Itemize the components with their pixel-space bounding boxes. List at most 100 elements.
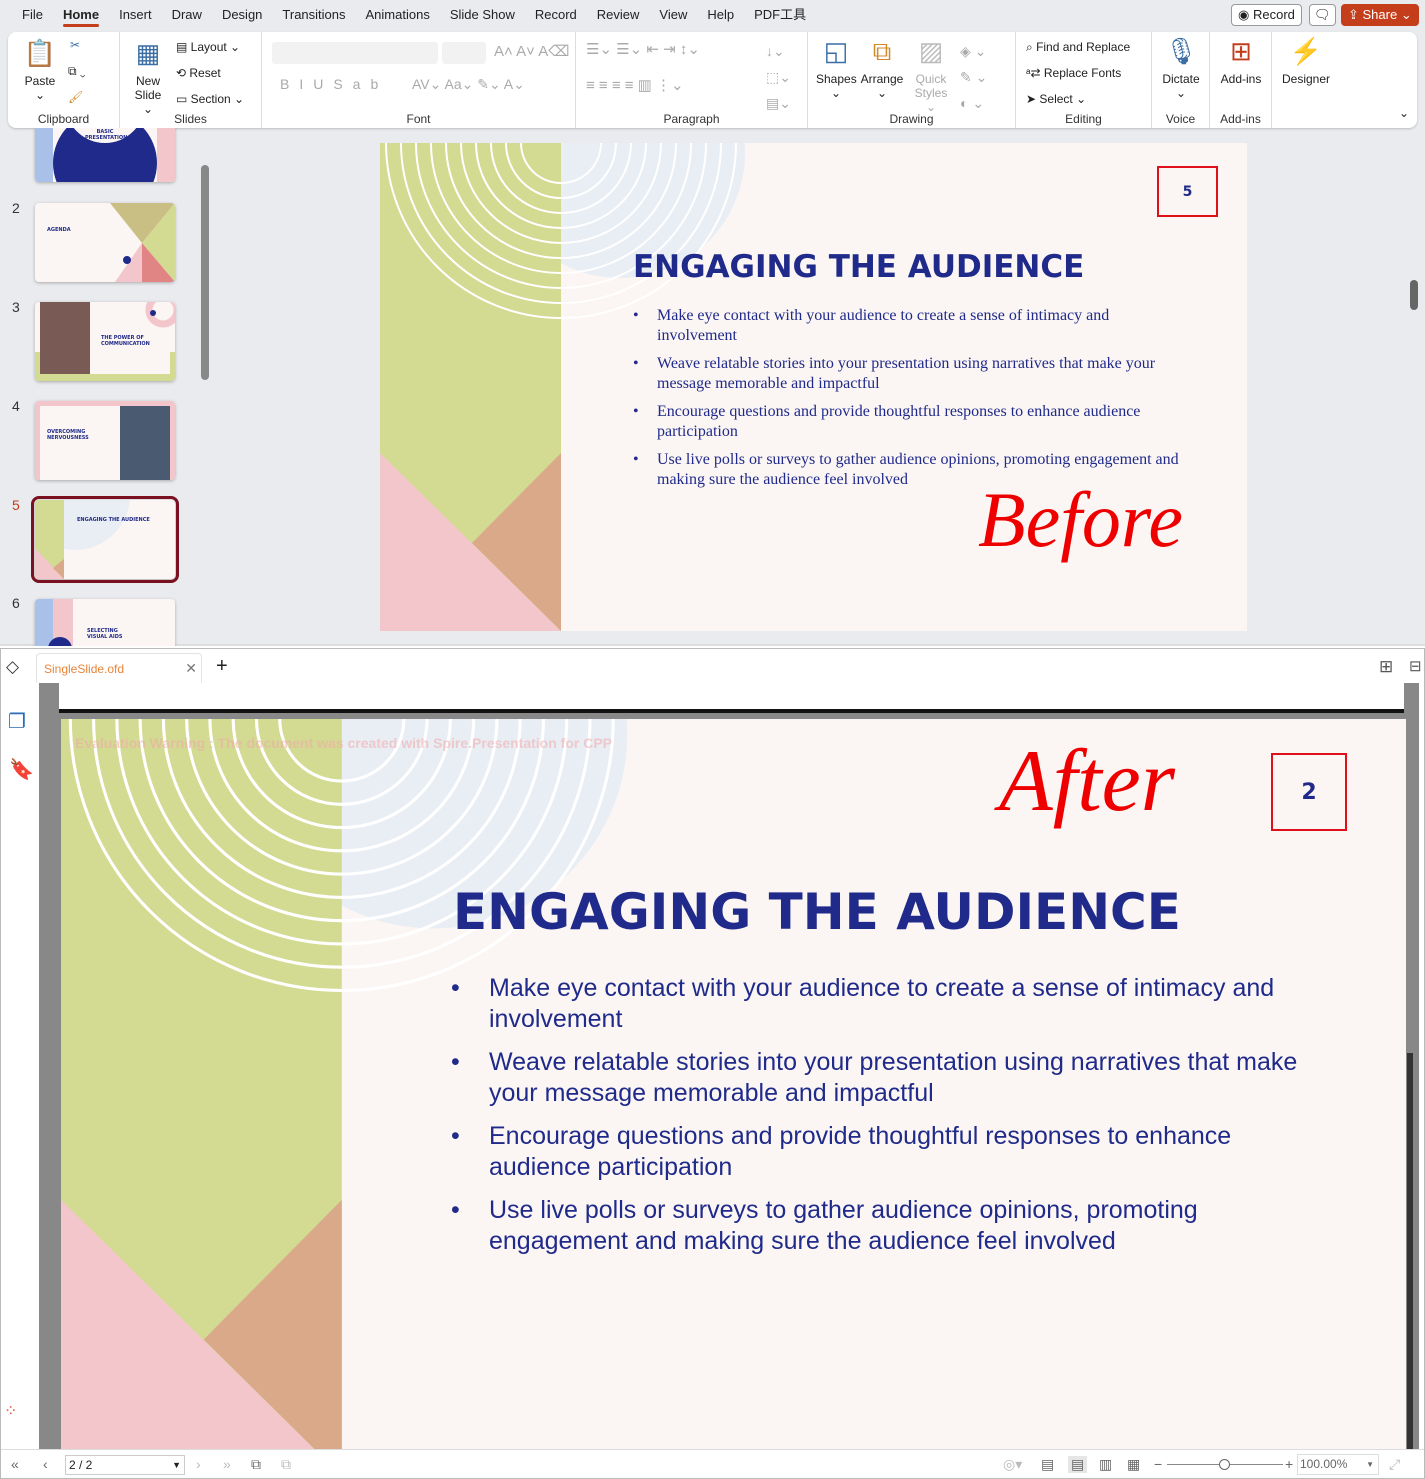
share-button[interactable]: ⇪ Share ⌄ [1341,4,1419,26]
pages-icon[interactable]: ❐ [8,709,26,734]
designer-button[interactable]: ⚡Designer [1278,36,1334,86]
two-page-view-icon[interactable]: ▥ [1099,1456,1112,1473]
text-direction-buttons[interactable]: ↓⌄⬚⌄▤⌄ [766,38,791,116]
last-page-icon[interactable]: » [223,1456,231,1472]
thumbnail-title: ENGAGING THE AUDIENCE [77,517,150,523]
bullet-item: Encourage questions and provide thoughtf… [657,402,1192,442]
zoom-in-button[interactable]: + [1285,1456,1293,1472]
new-slide-button[interactable]: ▦New Slide ⌄ [128,38,168,116]
tab-record[interactable]: Record [525,0,587,30]
shapes-button[interactable]: ◱Shapes⌄ [816,36,856,100]
thumbnail-slide-3[interactable]: THE POWER OF COMMUNICATION [35,302,175,381]
thumbnail-number: 5 [12,497,20,513]
evaluation-watermark: Evaluation Warning : The document was cr… [75,735,612,751]
font-size-dropdown[interactable] [442,42,486,64]
two-page-continuous-icon[interactable]: ▦ [1127,1456,1140,1473]
tab-animations[interactable]: Animations [356,0,440,30]
clipboard-label: Clipboard [8,112,119,126]
zoom-slider-knob[interactable] [1219,1459,1230,1470]
tab-help[interactable]: Help [697,0,744,30]
record-button[interactable]: ◉ Record [1231,4,1302,26]
tab-file[interactable]: File [12,0,53,30]
slide-number-box: 2 [1271,753,1347,831]
arrange-button[interactable]: ⧉Arrange⌄ [860,36,904,100]
fullscreen-icon[interactable]: ⤢ [1389,1456,1400,1473]
comment-icon: 🗨 [1314,7,1331,22]
alignment-buttons[interactable]: ≡ ≡ ≡ ≡ ▥ ⋮⌄ [586,76,684,94]
layout-button[interactable]: ▤ Layout ⌄ [176,40,240,54]
tab-pdf-tools[interactable]: PDF工具 [744,0,816,30]
first-page-icon[interactable]: « [11,1456,19,1472]
format-painter-icon[interactable]: 🖌 [68,90,83,104]
prev-page-icon[interactable]: ‹ [43,1456,48,1472]
zoom-slider[interactable] [1167,1464,1283,1465]
eraser-icon[interactable]: ◇ [6,657,19,677]
tab-home[interactable]: Home [53,0,109,30]
cut-icon[interactable]: ✂ [70,38,80,52]
new-tab-button[interactable]: + [216,655,228,678]
ofd-viewer-window: ◇ SingleSlide.ofd ✕ + ⊞ ⊟ ❐ 🔖 ▶ ⁘ Evalua… [0,648,1425,1479]
select-button[interactable]: ➤ Select ⌄ [1026,92,1086,106]
bookmark-icon[interactable]: 🔖 [9,757,34,782]
dictate-button[interactable]: 🎙Dictate⌄ [1158,36,1204,100]
addins-button[interactable]: ⊞Add-ins [1216,36,1266,86]
thumbnail-slide-5-selected[interactable]: ENGAGING THE AUDIENCE [35,500,175,579]
thumbnail-scrollbar[interactable] [201,165,209,380]
font-name-dropdown[interactable] [272,42,438,64]
copy-icon[interactable]: ⧉ ⌄ [68,64,86,79]
addins-icon: ⊞ [1216,36,1266,72]
document-scrollbar[interactable] [1407,1053,1413,1451]
find-replace-button[interactable]: ⌕ Find and Replace [1026,40,1130,55]
thumbnail-slide-6[interactable]: SELECTING VISUAL AIDS [35,599,175,646]
fill-outline-effects[interactable]: ◈ ⌄✎ ⌄◐ ⌄ [960,38,987,116]
slide-bullets: Make eye contact with your audience to c… [657,306,1192,490]
quick-styles-button[interactable]: ▨Quick Styles ⌄ [908,36,954,114]
apps-icon[interactable]: ⁘ [4,1401,17,1421]
tab-view[interactable]: View [649,0,697,30]
collapse-ribbon-icon[interactable]: ⌄ [1399,106,1409,120]
next-page-icon[interactable]: › [196,1456,201,1472]
thumbnail-slide-4[interactable]: OVERCOMING NERVOUSNESS [35,401,175,480]
bullet-item: Weave relatable stories into your presen… [657,354,1192,394]
font-spacing-case-color[interactable]: AV⌄ Aa⌄ ✎⌄ A⌄ [412,76,525,93]
thumbnail-title: AGENDA [47,227,71,233]
slide-before[interactable]: 5 ENGAGING THE AUDIENCE Make eye contact… [380,143,1247,631]
voice-group: 🎙Dictate⌄ Voice [1152,32,1210,128]
zoom-level-dropdown[interactable]: 100.00%▼ [1297,1454,1379,1475]
paste-button[interactable]: 📋Paste⌄ [20,38,60,102]
rotate-page-icon[interactable]: ⧉ [251,1456,261,1473]
list-indent-buttons[interactable]: ☰⌄ ☰⌄ ⇤ ⇥ ↕⌄ [586,40,700,58]
font-size-buttons[interactable]: A˄ A˅ A⌫ [494,42,569,60]
document-tab[interactable]: SingleSlide.ofd ✕ [36,653,202,683]
eye-icon[interactable]: ◎▾ [1003,1456,1022,1473]
single-page-view-icon[interactable]: ▤ [1041,1456,1054,1473]
fit-page-icon[interactable]: ⧉ [281,1456,291,1473]
grid-view-icon[interactable]: ⊞ [1379,657,1393,677]
layout-icon: ▤ [176,40,191,54]
reset-icon: ⟲ [176,66,189,80]
section-button[interactable]: ▭ Section ⌄ [176,92,244,106]
designer-icon: ⚡ [1278,36,1334,72]
document-tab-title: SingleSlide.ofd [44,662,124,676]
thumbnail-slide-2[interactable]: AGENDA [35,203,175,282]
slide-title: ENGAGING THE AUDIENCE [633,249,1084,285]
tab-slide-show[interactable]: Slide Show [440,0,525,30]
reset-button[interactable]: ⟲ Reset [176,66,221,80]
tab-insert[interactable]: Insert [109,0,162,30]
replace-fonts-button[interactable]: ᵃ⇄ Replace Fonts [1026,66,1121,80]
thumbnail-slide-1[interactable]: BASIC PRESENTATION [35,128,175,182]
zoom-out-button[interactable]: − [1154,1456,1162,1472]
tab-transitions[interactable]: Transitions [272,0,355,30]
slide-scrollbar[interactable] [1410,280,1418,310]
side-panel-icon[interactable]: ⊟ [1409,657,1422,675]
tab-draw[interactable]: Draw [162,0,212,30]
drawing-group: ◱Shapes⌄ ⧉Arrange⌄ ▨Quick Styles ⌄ ◈ ⌄✎ … [808,32,1016,128]
close-tab-icon[interactable]: ✕ [185,660,197,677]
tab-design[interactable]: Design [212,0,272,30]
comments-button[interactable]: 🗨 [1309,4,1336,26]
font-format-buttons[interactable]: BIUSab [280,76,388,92]
continuous-view-icon[interactable]: ▤ [1068,1456,1087,1473]
cursor-icon: ➤ [1026,92,1039,106]
page-number-input[interactable]: 2 / 2▼ [65,1455,185,1475]
tab-review[interactable]: Review [587,0,650,30]
